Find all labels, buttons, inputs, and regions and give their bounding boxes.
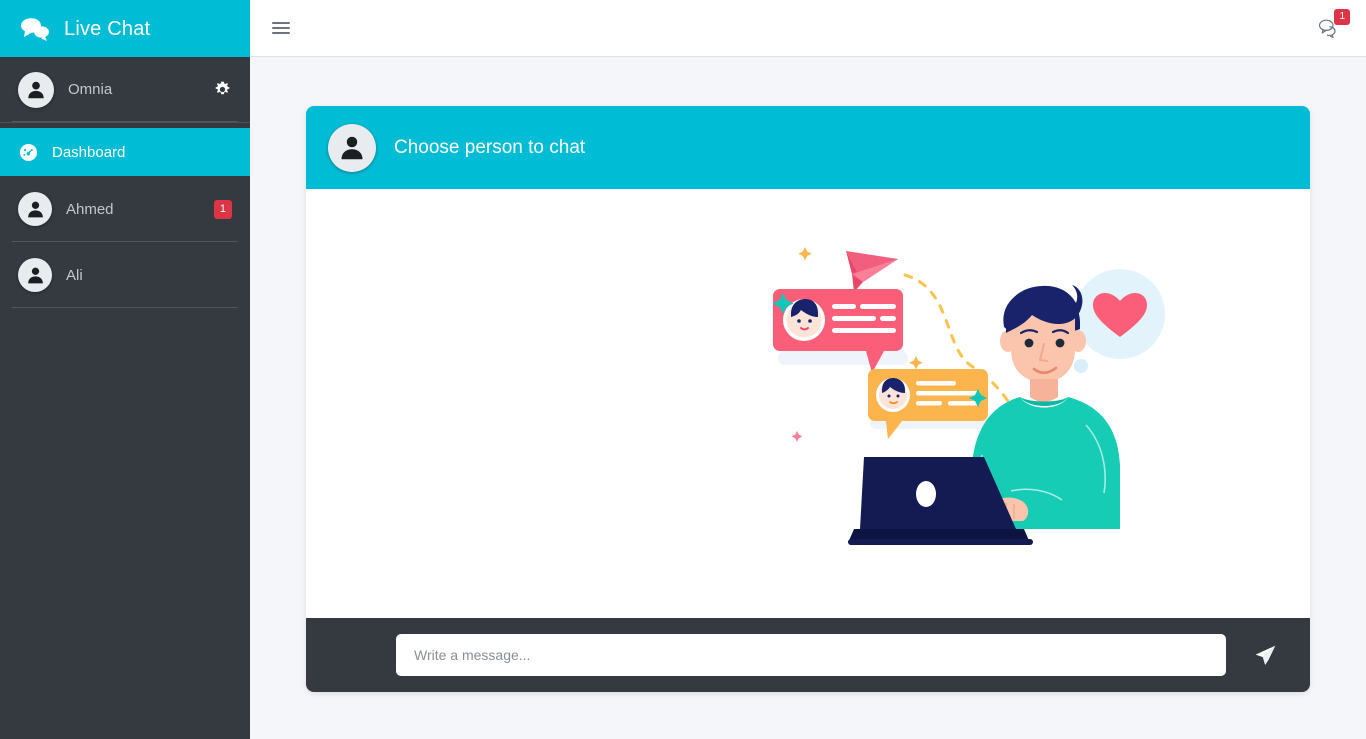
user-avatar-icon — [18, 258, 52, 292]
user-avatar-icon — [18, 71, 54, 108]
chat-panel-header: Choose person to chat — [306, 106, 1310, 189]
sidebar-user-name: Omnia — [68, 81, 113, 98]
sidebar-chat-ahmed[interactable]: Ahmed 1 — [0, 176, 250, 242]
divider — [12, 121, 238, 122]
sidebar-item-dashboard[interactable]: Dashboard — [0, 128, 250, 176]
notifications-button[interactable]: 1 — [1312, 9, 1350, 43]
content-area: Choose person to chat — [250, 57, 1366, 739]
chat-panel: Choose person to chat — [306, 106, 1310, 692]
tachometer-icon — [18, 142, 38, 162]
divider — [12, 307, 238, 308]
send-button[interactable] — [1248, 638, 1282, 672]
status-badge: 1 — [213, 199, 232, 219]
sidebar-nav: Dashboard Ahmed 1 Ali — [0, 123, 250, 308]
live-chat-app: Live Chat Omnia Dashboard Ahmed 1 Ali 1 … — [0, 0, 1366, 739]
sidebar-user-panel[interactable]: Omnia — [0, 57, 250, 123]
sidebar-item-dashboard-label: Dashboard — [52, 143, 126, 161]
page-title: Choose person to chat — [394, 136, 586, 158]
sidebar-chat-ali[interactable]: Ali — [0, 242, 250, 308]
chat-input-bar — [306, 618, 1310, 692]
topbar: 1 — [250, 0, 1366, 57]
person-chatting-on-laptop-illustration — [768, 229, 1188, 579]
main-area: 1 Choose person to chat — [250, 0, 1366, 739]
brand-logo[interactable]: Live Chat — [0, 0, 250, 57]
user-avatar-icon — [18, 192, 52, 226]
chat-messages-area — [306, 189, 1310, 618]
sidebar-chat-ali-label: Ali — [66, 266, 83, 284]
chat-bubbles-icon — [20, 17, 50, 41]
notifications-badge: 1 — [1334, 9, 1350, 25]
gear-icon[interactable] — [212, 80, 232, 100]
sidebar-chat-ahmed-label: Ahmed — [66, 200, 114, 218]
paper-plane-icon — [1255, 645, 1275, 665]
sidebar: Live Chat Omnia Dashboard Ahmed 1 Ali — [0, 0, 250, 739]
user-avatar-icon — [328, 123, 376, 172]
hamburger-icon[interactable] — [272, 17, 294, 39]
message-input[interactable] — [396, 634, 1226, 676]
brand-title: Live Chat — [64, 17, 151, 40]
